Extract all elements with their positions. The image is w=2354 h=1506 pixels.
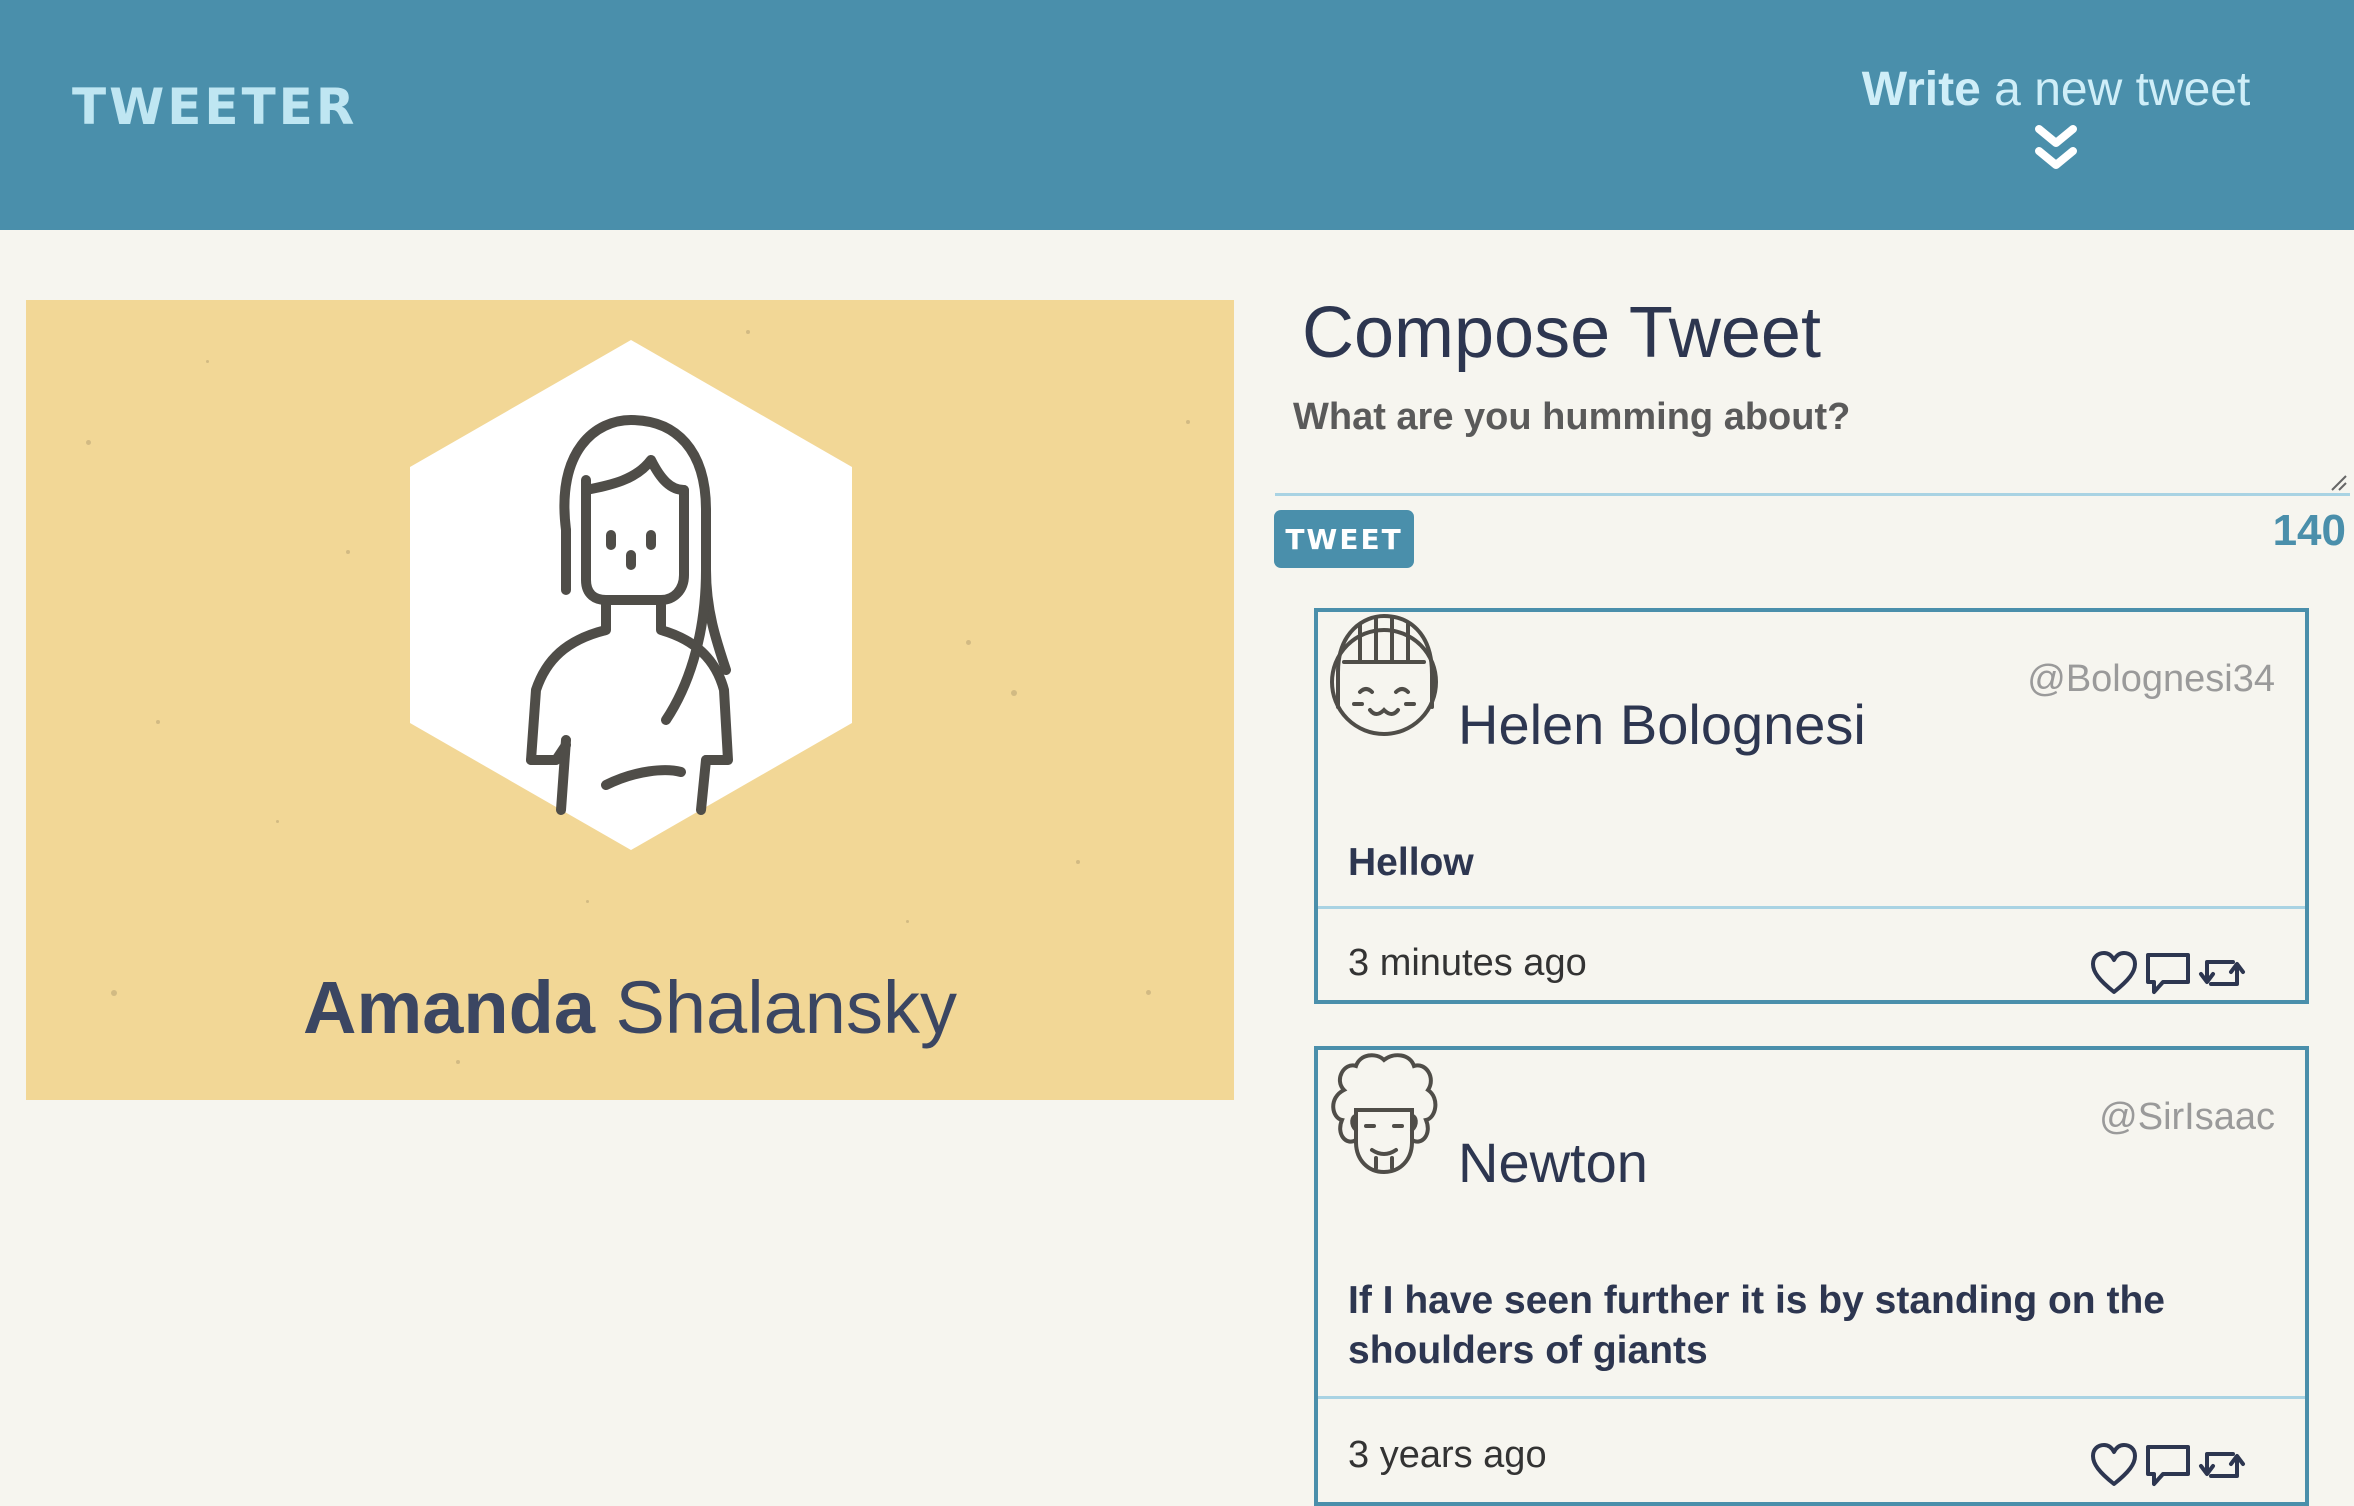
compose-toggle-rest: a new tweet [1980,63,2251,116]
heart-icon[interactable] [2089,950,2139,996]
brand-logo[interactable]: TWEETER [72,78,357,136]
compose-toggle-bold: Write [1861,63,1981,116]
resize-handle-icon[interactable] [2330,474,2348,492]
tweet-divider [1318,1396,2305,1399]
compose-toggle-button[interactable]: Write a new tweet [1826,62,2286,173]
character-counter: 140 [2272,506,2346,555]
tweet-actions [2085,1442,2265,1492]
tweet-card: Helen Bolognesi @Bolognesi34 Hellow 3 mi… [1314,608,2309,1004]
comment-icon[interactable] [2143,1442,2193,1488]
profile-last-name: Shalansky [615,966,957,1049]
author-name[interactable]: Newton [1458,1130,1648,1195]
author-name[interactable]: Helen Bolognesi [1458,692,1866,757]
tweet-actions [2085,950,2265,1000]
retweet-icon[interactable] [2197,950,2247,996]
comment-icon[interactable] [2143,950,2193,996]
tweet-card: Newton @SirIsaac If I have seen further … [1314,1046,2309,1506]
user-avatar [1331,1053,1438,1175]
tweet-timestamp: 3 years ago [1348,1434,1547,1476]
profile-avatar [410,340,852,850]
tweet-text: If I have seen further it is by standing… [1348,1279,2165,1372]
navbar: TWEETER Write a new tweet [0,0,2354,230]
user-avatar [1330,613,1438,736]
author-handle[interactable]: @Bolognesi34 [2027,658,2275,701]
tweet-timestamp: 3 minutes ago [1348,942,1587,984]
tweet-text: Hellow [1348,841,1474,884]
tweet-submit-button[interactable]: TWEET [1274,510,1414,568]
profile-card: Amanda Shalansky [26,300,1234,1100]
author-handle[interactable]: @SirIsaac [2099,1096,2275,1139]
compose-title: Compose Tweet [1302,292,1821,373]
tweet-divider [1318,906,2305,909]
profile-name: Amanda Shalansky [26,965,1234,1050]
tweet-textarea[interactable] [1275,380,2350,496]
heart-icon[interactable] [2089,1442,2139,1488]
profile-first-name: Amanda [303,966,595,1049]
chevron-double-down-icon [2035,125,2077,169]
compose-toggle-label: Write a new tweet [1826,62,2286,117]
retweet-icon[interactable] [2197,1442,2247,1488]
